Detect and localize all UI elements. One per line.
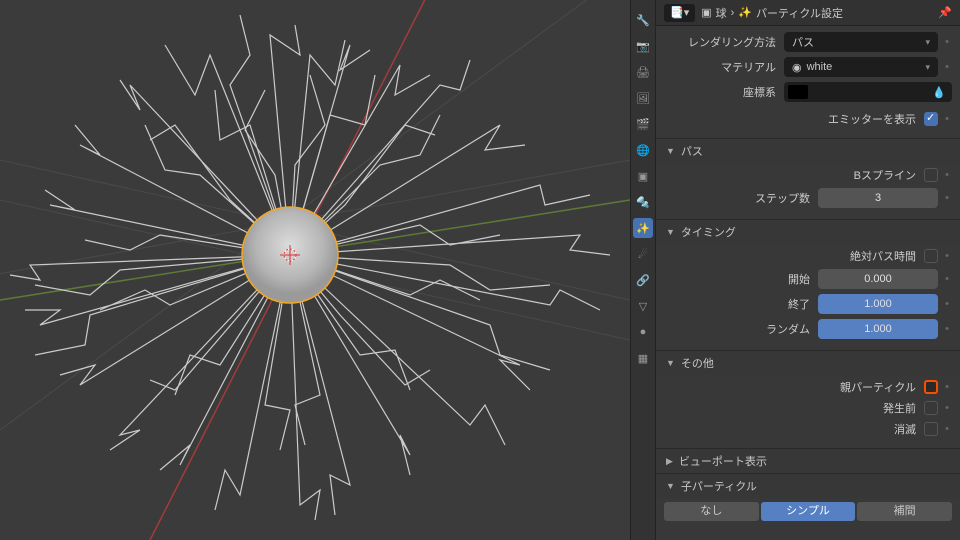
end-field[interactable]: 1.000	[818, 294, 938, 314]
section-other-label: その他	[681, 355, 714, 371]
children-none-button[interactable]: なし	[664, 502, 759, 521]
triangle-right-icon: ▶	[666, 456, 673, 467]
eyedropper-icon[interactable]: 💧	[932, 86, 946, 99]
world-icon[interactable]: 🌐	[633, 140, 653, 160]
anim-dot[interactable]: •	[942, 323, 952, 335]
end-label: 終了	[664, 296, 818, 312]
particles-icon: ✨	[738, 6, 752, 19]
random-field[interactable]: 1.000	[818, 319, 938, 339]
object-icon[interactable]: ▣	[633, 166, 653, 186]
anim-dot[interactable]: •	[942, 381, 952, 393]
parent-particles-checkbox[interactable]	[924, 380, 938, 394]
anim-dot[interactable]: •	[942, 402, 952, 414]
section-timing-label: タイミング	[681, 224, 736, 240]
section-other[interactable]: ▼ その他	[656, 350, 960, 375]
properties-tabs: 🔧 📷 🖨 🖼 🎬 🌐 ▣ 🔩 ✨ ☄ 🔗 ▽ ● ▦	[630, 0, 656, 540]
modifier-icon[interactable]: 🔩	[633, 192, 653, 212]
material-label: マテリアル	[664, 59, 784, 75]
material-ball-icon: ◉	[792, 61, 802, 74]
section-viewport-label: ビューポート表示	[679, 453, 767, 469]
anim-dot[interactable]: •	[942, 36, 952, 48]
pin-icon[interactable]: 📌	[938, 6, 952, 19]
parent-particles-label: 親パーティクル	[664, 379, 924, 395]
prebirth-label: 発生前	[664, 400, 924, 416]
steps-field[interactable]: 3	[818, 188, 938, 208]
start-label: 開始	[664, 271, 818, 287]
triangle-down-icon: ▼	[666, 146, 675, 156]
triangle-down-icon: ▼	[666, 227, 675, 237]
physics-icon[interactable]: ☄	[633, 244, 653, 264]
panel-header: 📑▾ ▣ 球 › ✨ パーティクル設定 📌	[656, 0, 960, 26]
bspline-label: Bスプライン	[664, 167, 924, 183]
output-icon[interactable]: 🖨	[633, 62, 653, 82]
prebirth-checkbox[interactable]	[924, 401, 938, 415]
triangle-down-icon: ▼	[666, 358, 675, 368]
abs-path-checkbox[interactable]	[924, 249, 938, 263]
chevron-icon: ›	[731, 7, 735, 19]
section-path-label: パス	[681, 143, 703, 159]
section-viewport[interactable]: ▶ ビューポート表示	[656, 448, 960, 473]
children-interp-button[interactable]: 補間	[857, 502, 952, 521]
breadcrumb-settings: パーティクル設定	[756, 5, 843, 21]
caret-icon: ▾	[925, 37, 930, 48]
editor-type-selector[interactable]: 📑▾	[664, 4, 695, 22]
breadcrumb[interactable]: ▣ 球 › ✨ パーティクル設定	[701, 5, 843, 21]
render-as-label: レンダリング方法	[664, 34, 784, 50]
render-icon[interactable]: 📷	[633, 36, 653, 56]
material-select[interactable]: ◉ white ▾	[784, 57, 938, 77]
section-children[interactable]: ▼ 子パーティクル	[656, 473, 960, 498]
anim-dot[interactable]: •	[942, 113, 952, 125]
fade-checkbox[interactable]	[924, 422, 938, 436]
section-timing[interactable]: ▼ タイミング	[656, 219, 960, 244]
properties-panel: 📑▾ ▣ 球 › ✨ パーティクル設定 📌 レンダリング方法 パス ▾ • マテ…	[656, 0, 960, 540]
start-field[interactable]: 0.000	[818, 269, 938, 289]
render-as-value: パス	[792, 34, 814, 50]
show-emitter-checkbox[interactable]	[924, 112, 938, 126]
anim-dot[interactable]: •	[942, 273, 952, 285]
caret-icon: ▾	[925, 62, 930, 73]
material-value: white	[807, 61, 833, 73]
coord-label: 座標系	[664, 84, 784, 100]
constraints-icon[interactable]: 🔗	[633, 270, 653, 290]
coord-swatch	[788, 85, 808, 99]
object-icon: ▣	[701, 6, 711, 19]
anim-dot[interactable]: •	[942, 61, 952, 73]
particles-icon[interactable]: ✨	[633, 218, 653, 238]
random-label: ランダム	[664, 321, 818, 337]
section-children-label: 子パーティクル	[681, 478, 757, 494]
anim-dot[interactable]: •	[942, 423, 952, 435]
abs-path-label: 絶対パス時間	[664, 248, 924, 264]
texture-icon[interactable]: ▦	[633, 348, 653, 368]
section-path[interactable]: ▼ パス	[656, 138, 960, 163]
steps-label: ステップ数	[664, 190, 818, 206]
scene-icon[interactable]: 🎬	[633, 114, 653, 134]
anim-dot[interactable]: •	[942, 169, 952, 181]
anim-dot[interactable]: •	[942, 250, 952, 262]
fade-label: 消滅	[664, 421, 924, 437]
viewlayer-icon[interactable]: 🖼	[633, 88, 653, 108]
data-icon[interactable]: ▽	[633, 296, 653, 316]
bspline-checkbox[interactable]	[924, 168, 938, 182]
breadcrumb-object: 球	[716, 5, 727, 21]
viewport-3d[interactable]	[0, 0, 630, 540]
tool-icon[interactable]: 🔧	[633, 10, 653, 30]
coord-object-field[interactable]: 💧	[784, 82, 952, 102]
render-as-select[interactable]: パス ▾	[784, 32, 938, 52]
material-icon[interactable]: ●	[633, 322, 653, 342]
show-emitter-label: エミッターを表示	[664, 111, 924, 127]
anim-dot[interactable]: •	[942, 192, 952, 204]
triangle-down-icon: ▼	[666, 481, 675, 491]
children-simple-button[interactable]: シンプル	[761, 502, 856, 521]
anim-dot[interactable]: •	[942, 298, 952, 310]
